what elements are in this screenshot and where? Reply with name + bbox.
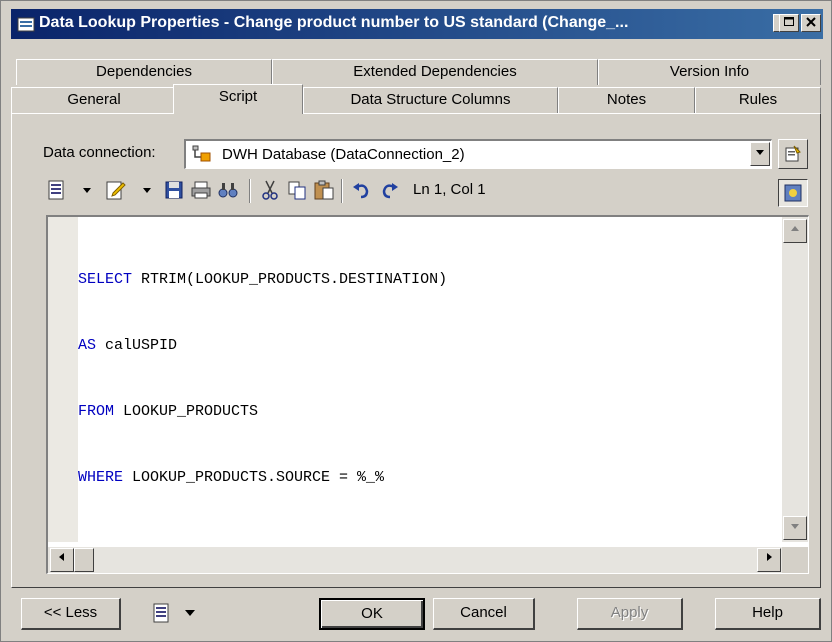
properties-icon — [784, 184, 802, 202]
ok-button[interactable]: OK — [319, 598, 425, 630]
tab-label: Data Structure Columns — [350, 91, 511, 108]
tab-script[interactable]: Script — [173, 84, 303, 114]
tab-dependencies[interactable]: Dependencies — [16, 59, 272, 85]
sql-text: calUSPID — [96, 337, 178, 354]
tab-label: Script — [218, 88, 258, 105]
sql-text: LOOKUP_PRODUCTS.SOURCE = %_% — [123, 469, 385, 486]
arrow-up-icon — [791, 226, 799, 231]
undo-icon[interactable] — [351, 179, 373, 201]
vertical-scrollbar[interactable] — [782, 217, 808, 542]
tab-label: Dependencies — [96, 63, 192, 80]
ok-button-label: OK — [361, 605, 383, 622]
code-line: FROM LOOKUP_PRODUCTS — [78, 401, 447, 423]
horizontal-scrollbar[interactable] — [48, 547, 783, 573]
tab-rules[interactable]: Rules — [695, 87, 821, 113]
toolbar-separator — [341, 179, 343, 203]
maximize-icon — [784, 17, 794, 26]
sql-keyword: FROM — [78, 403, 115, 420]
data-connection-icon — [192, 145, 211, 162]
close-icon — [806, 17, 816, 27]
dialog-icon — [17, 17, 35, 32]
tab-notes[interactable]: Notes — [558, 87, 695, 113]
tab-label: General — [67, 91, 121, 108]
scroll-thumb[interactable] — [74, 548, 94, 572]
scroll-right-button[interactable] — [757, 548, 781, 572]
redo-icon[interactable] — [378, 179, 400, 201]
sql-menu-icon[interactable] — [151, 602, 173, 624]
apply-button[interactable]: Apply — [577, 598, 683, 630]
print-icon[interactable] — [190, 179, 212, 201]
sql-keyword: SELECT — [78, 271, 133, 288]
arrow-right-icon — [767, 553, 772, 561]
data-connection-combo[interactable]: DWH Database (DataConnection_2) — [184, 139, 772, 169]
title-bar[interactable]: Data Lookup Properties - Change product … — [11, 9, 823, 39]
less-button[interactable]: << Less — [21, 598, 121, 630]
tab-label: Version Info — [669, 63, 750, 80]
close-button[interactable] — [801, 14, 821, 32]
tab-label: Rules — [738, 91, 778, 108]
code-line: SELECT RTRIM(LOOKUP_PRODUCTS.DESTINATION… — [78, 269, 447, 291]
code-line: WHERE LOOKUP_PRODUCTS.SOURCE = %_% — [78, 467, 447, 489]
sql-keyword: AS — [78, 337, 97, 354]
data-connection-dropdown-button[interactable] — [750, 142, 770, 166]
scroll-left-button[interactable] — [50, 548, 74, 572]
copy-icon[interactable] — [286, 179, 308, 201]
chevron-down-icon[interactable] — [184, 602, 196, 624]
chevron-down-icon[interactable] — [81, 179, 93, 201]
data-connection-value: DWH Database (DataConnection_2) — [222, 146, 465, 163]
sql-text: RTRIM(LOOKUP_PRODUCTS.DESTINATION) — [132, 271, 448, 288]
properties-icon — [785, 145, 801, 162]
arrow-left-icon — [59, 553, 64, 561]
scroll-up-button[interactable] — [783, 219, 807, 243]
window-title: Data Lookup Properties - Change product … — [39, 14, 629, 31]
sql-editor[interactable]: SELECT RTRIM(LOOKUP_PRODUCTS.DESTINATION… — [46, 215, 809, 574]
arrow-down-icon — [791, 524, 799, 529]
tab-general[interactable]: General — [11, 87, 177, 113]
scrollbar-corner — [782, 547, 808, 573]
sql-menu-icon[interactable] — [46, 179, 68, 201]
cursor-position: Ln 1, Col 1 — [413, 181, 486, 198]
cut-icon[interactable] — [259, 179, 281, 201]
less-button-label: << Less — [43, 604, 98, 621]
paste-icon[interactable] — [313, 179, 335, 201]
editor-gutter — [48, 217, 78, 542]
sql-code[interactable]: SELECT RTRIM(LOOKUP_PRODUCTS.DESTINATION… — [78, 225, 447, 533]
edit-icon[interactable] — [105, 179, 127, 201]
tab-version-info[interactable]: Version Info — [598, 59, 821, 85]
cancel-button[interactable]: Cancel — [433, 598, 535, 630]
find-icon[interactable] — [217, 179, 239, 201]
cancel-button-label: Cancel — [460, 604, 507, 621]
chevron-down-icon — [756, 150, 764, 155]
tab-label: Notes — [606, 91, 647, 108]
apply-button-label: Apply — [610, 604, 649, 621]
properties-dialog: Data Lookup Properties - Change product … — [0, 0, 832, 642]
help-button[interactable]: Help — [715, 598, 821, 630]
tab-extended-dependencies[interactable]: Extended Dependencies — [272, 59, 598, 85]
connection-properties-button[interactable] — [778, 139, 808, 169]
code-line: AS calUSPID — [78, 335, 447, 357]
help-button-label: Help — [752, 604, 783, 621]
toolbar-separator — [249, 179, 251, 203]
tab-label: Extended Dependencies — [353, 63, 517, 80]
tab-data-structure-columns[interactable]: Data Structure Columns — [303, 87, 558, 113]
save-icon[interactable] — [163, 179, 185, 201]
sql-keyword: WHERE — [78, 469, 124, 486]
scroll-down-button[interactable] — [783, 516, 807, 540]
chevron-down-icon[interactable] — [141, 179, 153, 201]
sql-text: LOOKUP_PRODUCTS — [114, 403, 259, 420]
maximize-button[interactable] — [779, 14, 799, 32]
data-connection-label: Data connection: — [43, 144, 156, 161]
editor-options-button[interactable] — [778, 179, 808, 207]
